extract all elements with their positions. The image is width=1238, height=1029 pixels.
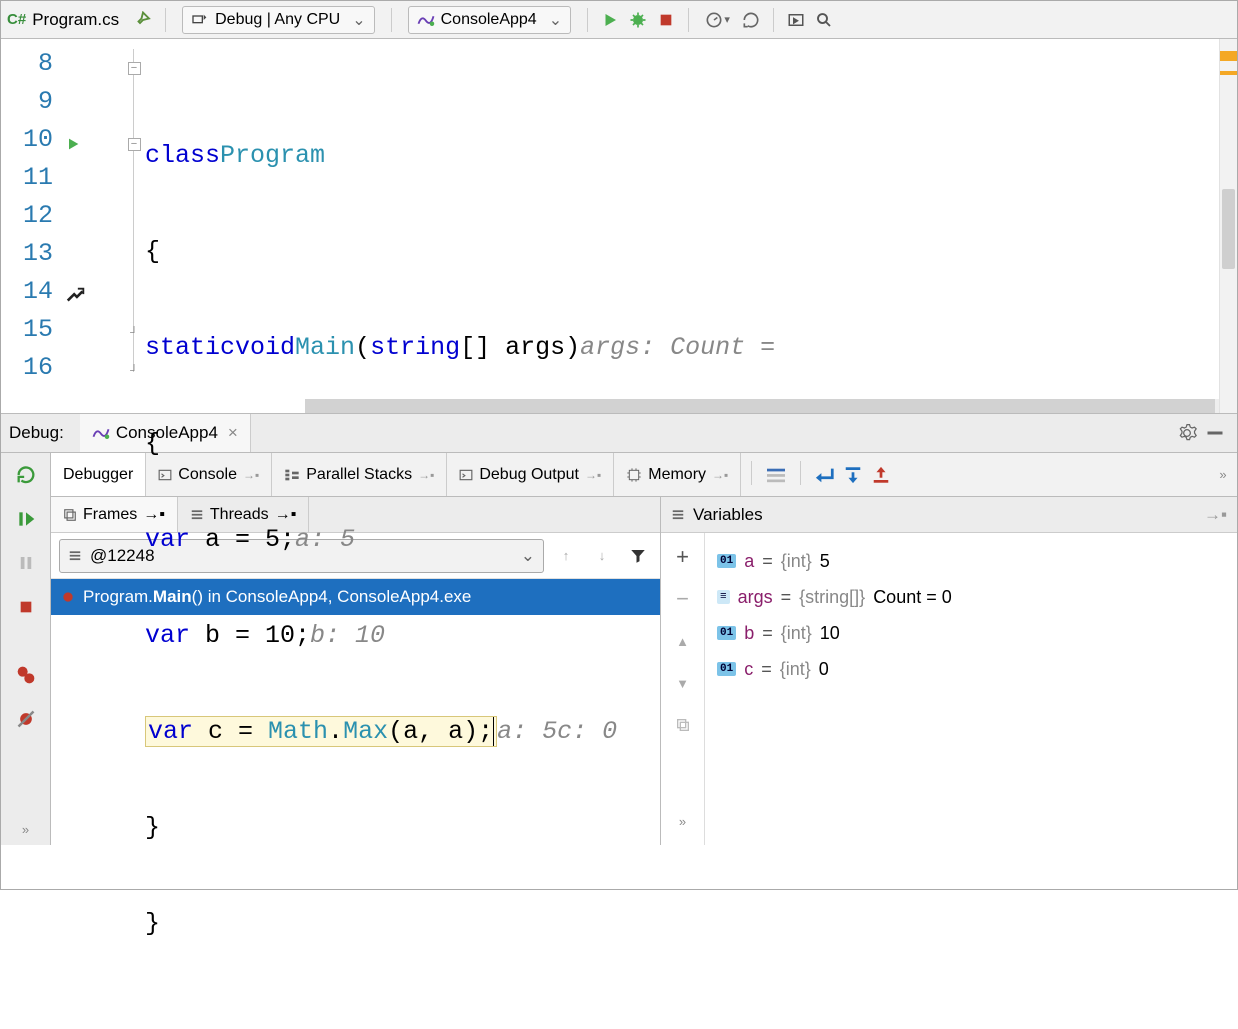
run-button[interactable] xyxy=(596,6,624,34)
separator xyxy=(391,8,392,32)
debug-side-toolbar: » xyxy=(1,453,51,845)
inline-hint: b: 10 xyxy=(310,621,385,650)
vertical-scrollbar[interactable] xyxy=(1219,39,1237,413)
main-toolbar: C# Program.cs Debug | Any CPU ⌄ ConsoleA… xyxy=(1,1,1237,39)
line-number: 11 xyxy=(1,163,63,201)
inline-hint: c: 0 xyxy=(557,717,617,746)
separator xyxy=(688,8,689,32)
view-breakpoints-button[interactable] xyxy=(10,659,42,691)
scrollbar-thumb[interactable] xyxy=(1222,189,1235,269)
build-config-dropdown[interactable]: Debug | Any CPU ⌄ xyxy=(182,6,375,34)
csharp-file-icon: C# xyxy=(7,11,26,28)
pin-icon[interactable] xyxy=(129,6,157,34)
profile-button[interactable]: ▾ xyxy=(697,6,737,34)
stop-debug-button[interactable] xyxy=(10,591,42,623)
chevron-down-icon: ⌄ xyxy=(549,10,562,30)
pause-button[interactable] xyxy=(10,547,42,579)
line-number: 8 xyxy=(1,49,63,87)
line-number: 12 xyxy=(1,201,63,239)
current-line-highlight xyxy=(1,277,1238,315)
code-area[interactable]: class Program { static void Main(string[… xyxy=(145,39,1237,413)
run-gutter-icon[interactable] xyxy=(63,125,123,163)
separator xyxy=(773,8,774,32)
code-editor[interactable]: 8 9 10 11 12 13 14 15 16 − − ┘ ┘ class P… xyxy=(1,39,1237,413)
fold-end-icon: ┘ xyxy=(128,366,141,379)
fold-toggle-icon[interactable]: − xyxy=(128,138,141,151)
line-number: 9 xyxy=(1,87,63,125)
line-number: 14 xyxy=(1,277,63,315)
separator xyxy=(587,8,588,32)
marker-stripe[interactable] xyxy=(1220,51,1237,61)
fold-column[interactable]: − − ┘ ┘ xyxy=(123,39,145,413)
fold-end-icon: ┘ xyxy=(128,328,141,341)
filename-label: Program.cs xyxy=(32,10,119,30)
line-number: 15 xyxy=(1,315,63,353)
editor-margin[interactable] xyxy=(63,39,123,413)
line-numbers-gutter: 8 9 10 11 12 13 14 15 16 xyxy=(1,39,63,413)
horizontal-scrollbar[interactable] xyxy=(305,399,1219,413)
build-config-label: Debug | Any CPU xyxy=(215,11,340,29)
search-button[interactable] xyxy=(810,6,838,34)
execution-point-icon xyxy=(63,277,123,315)
more-icon[interactable]: » xyxy=(10,813,42,845)
marker-stripe[interactable] xyxy=(1220,71,1237,75)
line-number: 10 xyxy=(1,125,63,163)
line-number: 16 xyxy=(1,353,63,391)
tab-debugger[interactable]: Debugger xyxy=(51,453,146,496)
inline-hint: a: 5 xyxy=(497,717,557,746)
project-label: ConsoleApp4 xyxy=(441,11,537,29)
mute-breakpoints-button[interactable] xyxy=(10,703,42,735)
stop-button[interactable] xyxy=(652,6,680,34)
attach-button[interactable] xyxy=(782,6,810,34)
separator xyxy=(165,8,166,32)
rerun-button[interactable] xyxy=(10,459,42,491)
debug-button[interactable] xyxy=(624,6,652,34)
resume-button[interactable] xyxy=(10,503,42,535)
project-dropdown[interactable]: ConsoleApp4 ⌄ xyxy=(408,6,571,34)
fold-toggle-icon[interactable]: − xyxy=(128,62,141,75)
inline-hint: args: Count = xyxy=(580,333,775,362)
debug-label: Debug: xyxy=(9,423,64,443)
dotcover-button[interactable] xyxy=(737,6,765,34)
chevron-down-icon: ⌄ xyxy=(352,10,365,30)
execution-highlight: var c = Math.Max(a, a); xyxy=(145,716,497,747)
inline-hint: a: 5 xyxy=(295,525,355,554)
line-number: 13 xyxy=(1,239,63,277)
